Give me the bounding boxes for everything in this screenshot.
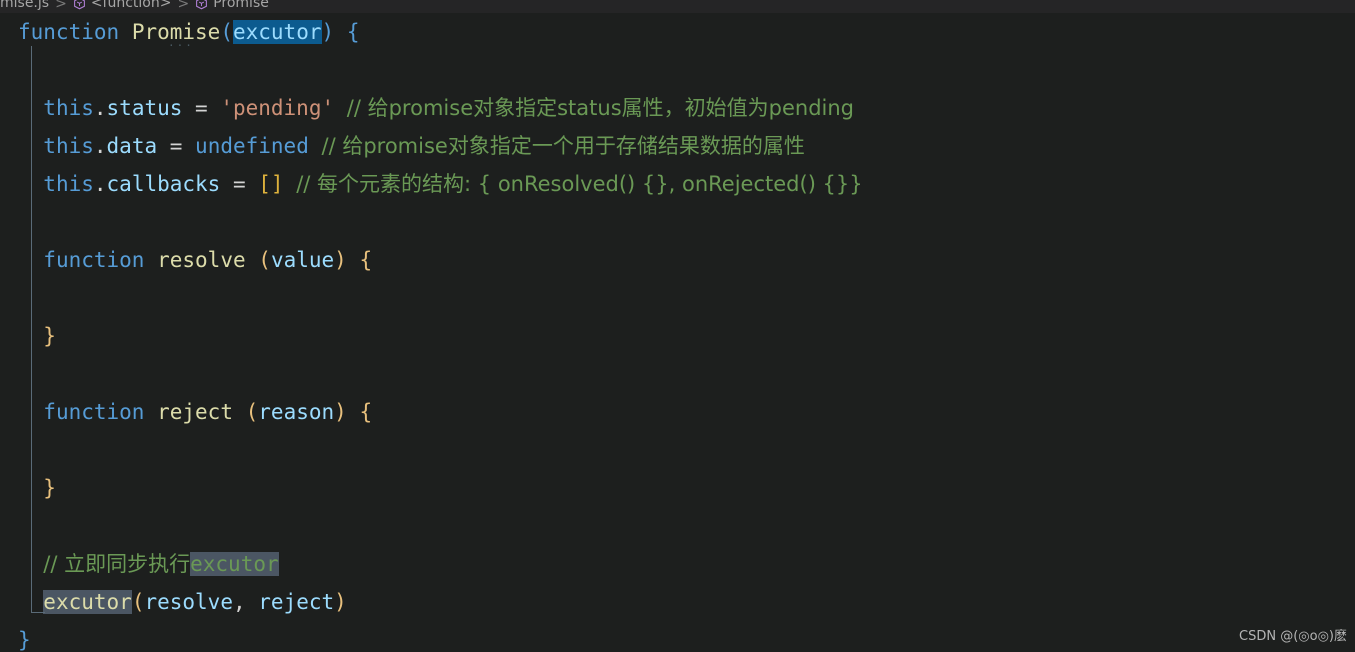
code-token: ( — [220, 20, 233, 44]
code-token: value — [270, 248, 335, 272]
code-token: ) — [334, 590, 347, 614]
line-close-reject[interactable]: } — [0, 469, 1355, 507]
code-token: } — [43, 324, 56, 348]
code-token: ( — [245, 400, 259, 424]
line-blank-4[interactable] — [0, 355, 1355, 393]
line-call-excutor[interactable]: excutor(resolve, reject) — [0, 583, 1355, 621]
code-content[interactable]: function Promise(excutor) { this.status … — [0, 13, 1355, 652]
code-editor: mise.js > <function> > Promise function … — [0, 0, 1355, 652]
code-token: 'pending' — [220, 96, 335, 120]
code-token: } — [43, 476, 56, 500]
code-token: = — [182, 96, 221, 120]
code-token: { — [359, 248, 373, 272]
code-token: // 给promise对象指定status属性，初始值为pending — [346, 96, 854, 120]
namespace-cube-icon — [195, 0, 208, 10]
watermark: CSDN @(◎o◎)麽 — [1239, 629, 1347, 644]
code-token: status — [106, 96, 183, 120]
code-token: . — [93, 134, 107, 158]
breadcrumb-file[interactable]: mise.js — [0, 0, 49, 10]
code-token: excutor — [43, 590, 132, 614]
code-token: ) — [334, 248, 347, 272]
code-token: { — [359, 400, 373, 424]
code-token: resolve — [144, 590, 233, 614]
line-blank-1[interactable] — [0, 51, 1355, 89]
bracket-guide-line — [31, 46, 32, 613]
code-token: this — [43, 134, 94, 158]
breadcrumb[interactable]: mise.js > <function> > Promise — [0, 0, 1355, 13]
code-token: [] — [258, 172, 284, 196]
folded-region-indicator[interactable]: ... — [168, 37, 194, 48]
code-token: . — [93, 96, 107, 120]
code-token: { — [346, 20, 360, 44]
code-token: excutor — [232, 20, 322, 44]
line-blank-5[interactable] — [0, 431, 1355, 469]
code-token: ( — [131, 590, 145, 614]
code-token: . — [93, 172, 107, 196]
breadcrumb-crumb-function[interactable]: <function> — [91, 0, 172, 10]
line-close-promise[interactable]: } — [0, 621, 1355, 652]
code-token: reject — [258, 590, 335, 614]
line-function-resolve[interactable]: function resolve (value) { — [0, 241, 1355, 279]
code-token: reject — [157, 400, 233, 424]
code-token: ) — [321, 20, 335, 44]
code-token: data — [106, 134, 158, 158]
code-token: undefined — [195, 134, 309, 158]
code-token: this — [43, 172, 94, 196]
code-token: ( — [258, 248, 271, 272]
line-function-reject[interactable]: function reject (reason) { — [0, 393, 1355, 431]
line-comment-execute[interactable]: // 立即同步执行excutor — [0, 545, 1355, 583]
code-token: // 每个元素的结构: { onResolved() {}, onRejecte… — [296, 172, 863, 196]
code-token: resolve — [157, 248, 246, 272]
code-token: reason — [258, 400, 335, 424]
line-blank-3[interactable] — [0, 279, 1355, 317]
code-token: function — [43, 400, 145, 424]
code-token: callbacks — [106, 172, 221, 196]
code-token: ) — [334, 400, 347, 424]
line-blank-6[interactable] — [0, 507, 1355, 545]
namespace-cube-icon — [73, 0, 86, 10]
code-token: function — [18, 20, 120, 44]
line-this-status[interactable]: this.status = 'pending' // 给promise对象指定s… — [0, 89, 1355, 127]
line-function-promise[interactable]: function Promise(excutor) { — [0, 13, 1355, 51]
line-blank-2[interactable] — [0, 203, 1355, 241]
breadcrumb-separator-2: > — [177, 0, 190, 12]
code-token: // 给promise对象指定一个用于存储结果数据的属性 — [321, 134, 805, 158]
line-close-resolve[interactable]: } — [0, 317, 1355, 355]
code-token: = — [220, 172, 259, 196]
code-token: function — [43, 248, 145, 272]
code-token: excutor — [190, 552, 279, 576]
code-token: = — [157, 134, 196, 158]
code-token: } — [18, 628, 31, 652]
breadcrumb-crumb-promise[interactable]: Promise — [213, 0, 269, 10]
bracket-guide-foot — [31, 612, 45, 613]
line-this-callbacks[interactable]: this.callbacks = [] // 每个元素的结构: { onReso… — [0, 165, 1355, 203]
line-this-data[interactable]: this.data = undefined // 给promise对象指定一个用… — [0, 127, 1355, 165]
code-token: this — [43, 96, 94, 120]
code-token: // 立即同步执行 — [43, 552, 191, 576]
code-token: , — [232, 590, 259, 614]
breadcrumb-separator-1: > — [55, 0, 67, 12]
